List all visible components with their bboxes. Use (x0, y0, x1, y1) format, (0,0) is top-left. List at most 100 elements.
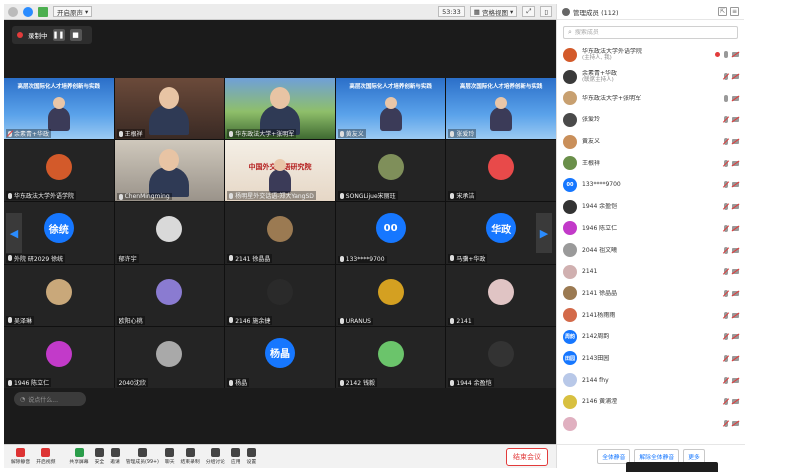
camera-off-icon[interactable] (732, 421, 739, 427)
mute-all-button[interactable]: 全体静音 (597, 449, 631, 464)
invite-button[interactable]: 邀请 (107, 445, 123, 469)
stop-recording-button[interactable]: ■ (69, 29, 82, 41)
video-tile[interactable]: 高层次国际化人才培养创新与实践 余素青+华政 (4, 78, 114, 140)
member-row[interactable]: 00 133****9700 (557, 174, 745, 196)
camera-off-icon[interactable] (732, 355, 739, 361)
video-tile[interactable]: 2040沈欣 (114, 326, 225, 388)
member-row[interactable]: 王根祥 (557, 152, 745, 174)
audio-toggle[interactable]: 开启原声 ▾ (53, 6, 93, 17)
prev-page-button[interactable]: ◀ (6, 213, 22, 253)
mic-muted-icon[interactable] (724, 268, 728, 276)
member-row[interactable]: 余素青+华政 (联席主持人) (557, 66, 745, 88)
mic-muted-icon[interactable] (724, 311, 728, 319)
apps-button[interactable]: 应用 (228, 445, 244, 469)
fullscreen-button[interactable]: ⤢ (522, 6, 536, 17)
mic-muted-icon[interactable] (724, 354, 728, 362)
video-tile[interactable]: 高层次国际化人才培养创新与实践 张爱玲 (446, 78, 556, 140)
video-tile[interactable]: 吴泽琳 (4, 264, 114, 326)
security-button[interactable]: 安全 (92, 445, 108, 469)
video-tile[interactable]: 杨晶 杨晶 (225, 326, 335, 388)
camera-off-icon[interactable] (732, 312, 739, 318)
camera-off-icon[interactable] (732, 247, 739, 253)
camera-off-icon[interactable] (732, 74, 739, 80)
camera-off-icon[interactable] (732, 269, 739, 275)
video-tile[interactable]: 郁许宇 (114, 202, 225, 264)
member-row[interactable]: 2044 祖文曦 (557, 239, 745, 261)
video-tile[interactable]: 2141 (446, 264, 556, 326)
member-row[interactable]: 黄友义 (557, 131, 745, 153)
mic-muted-icon[interactable] (724, 398, 728, 406)
member-row[interactable]: 田园 2143田园 (557, 348, 745, 370)
member-row[interactable]: 华东政法大学外语学院 (主持人, 我) (557, 44, 745, 66)
mic-muted-icon[interactable] (724, 73, 728, 81)
video-tile[interactable]: 欧阳心桃 (114, 264, 225, 326)
member-row[interactable]: 2144 fhy (557, 369, 745, 391)
stop-recording-button[interactable]: 结束录制 (178, 445, 203, 469)
video-tile[interactable]: 1946 陈立仁 (4, 326, 114, 388)
video-tile[interactable]: 高层次国际化人才培养创新与实践 黄友义 (335, 78, 446, 140)
camera-off-icon[interactable] (732, 139, 739, 145)
next-page-button[interactable]: ▶ (536, 213, 552, 253)
video-tile[interactable]: 00 133****9700 (335, 202, 446, 264)
member-row[interactable]: 张爱玲 (557, 109, 745, 131)
breakout-rooms-button[interactable]: 分组讨论 (203, 445, 228, 469)
mic-muted-icon[interactable] (724, 246, 728, 254)
camera-off-icon[interactable] (732, 377, 739, 383)
mic-muted-icon[interactable] (724, 138, 728, 146)
member-row[interactable]: 1946 陈立仁 (557, 218, 745, 240)
share-screen-button[interactable]: 共享屏幕 (66, 445, 91, 469)
settings-button[interactable]: 设置 (244, 445, 260, 469)
video-tile[interactable]: 2142 钱毅 (335, 326, 446, 388)
video-tile[interactable]: 华东政法大学+张明军 (225, 78, 335, 140)
close-icon[interactable]: ≡ (730, 7, 739, 16)
mic-muted-icon[interactable] (724, 376, 728, 384)
member-row[interactable]: 2141杨雨雨 (557, 304, 745, 326)
camera-off-icon[interactable] (732, 204, 739, 210)
camera-off-icon[interactable] (732, 95, 739, 101)
mic-muted-icon[interactable] (724, 224, 728, 232)
video-tile[interactable]: URANUS (335, 264, 446, 326)
shield-icon[interactable] (23, 6, 33, 17)
video-tile[interactable]: 王根祥 (114, 78, 225, 140)
member-row[interactable]: 2141 (557, 261, 745, 283)
camera-off-icon[interactable] (732, 399, 739, 405)
view-mode-button[interactable]: ▦ 宫格视图 ▾ (469, 6, 518, 17)
mic-muted-icon[interactable] (724, 333, 728, 341)
info-icon[interactable] (8, 6, 18, 17)
video-tile[interactable]: 宋承洁 (446, 140, 556, 202)
manage-members-button[interactable]: 管理成员(99+) (123, 445, 162, 469)
video-tile[interactable]: SONGLijue宋丽珏 (335, 140, 446, 202)
mic-muted-icon[interactable] (724, 116, 728, 124)
member-row[interactable]: 华东政法大学+张明军 (557, 87, 745, 109)
camera-off-icon[interactable] (732, 290, 739, 296)
camera-off-icon[interactable] (732, 182, 739, 188)
mic-muted-icon[interactable] (724, 159, 728, 167)
video-tile[interactable]: 1944 余盈恺 (446, 326, 556, 388)
unmute-button[interactable]: 解除静音 (8, 445, 33, 469)
mic-icon[interactable] (724, 94, 728, 102)
member-row[interactable]: 2146 黄浦滢 (557, 391, 745, 413)
camera-off-icon[interactable] (732, 160, 739, 166)
start-video-button[interactable]: 开启视频 (33, 445, 58, 469)
camera-off-icon[interactable] (732, 52, 739, 58)
video-tile[interactable]: 华东政法大学外语学院 (4, 140, 114, 202)
member-row[interactable]: 1944 余盈恺 (557, 196, 745, 218)
member-row[interactable]: 2141 徐晶晶 (557, 283, 745, 305)
mic-muted-icon[interactable] (724, 181, 728, 189)
video-tile[interactable]: 2141 徐晶晶 (225, 202, 335, 264)
pause-recording-button[interactable]: ❚❚ (52, 29, 65, 41)
video-tile[interactable]: 中国外交话语研究院杨明星外交话语-郑大YangSD (225, 140, 335, 202)
chat-button[interactable]: 聊天 (162, 445, 178, 469)
end-meeting-button[interactable]: 结束会议 (506, 447, 548, 466)
chat-quick-input[interactable]: ◔ 说点什么... (14, 392, 86, 406)
signal-icon[interactable] (38, 6, 48, 17)
mic-muted-icon[interactable] (724, 289, 728, 297)
mic-muted-icon[interactable] (724, 203, 728, 211)
camera-off-icon[interactable] (732, 334, 739, 340)
video-tile[interactable]: 2146 施余捷 (225, 264, 335, 326)
sidebar-toggle-button[interactable]: ▯ (540, 6, 552, 17)
camera-off-icon[interactable] (732, 225, 739, 231)
popout-icon[interactable]: ⇱ (718, 7, 727, 16)
member-search-input[interactable] (574, 29, 725, 36)
member-row[interactable]: 周韵 2142周韵 (557, 326, 745, 348)
